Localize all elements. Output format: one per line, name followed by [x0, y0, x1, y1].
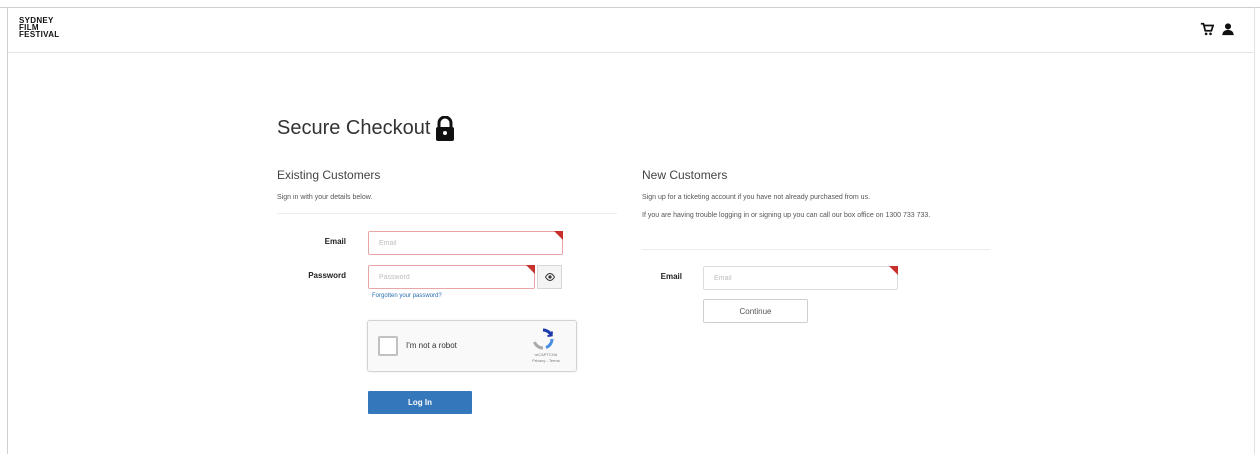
- new-customers-text-1: Sign up for a ticketing account if you h…: [642, 194, 871, 201]
- existing-customers-subtitle: Sign in with your details below.: [277, 194, 373, 201]
- new-email-input[interactable]: [703, 266, 898, 290]
- required-marker: [889, 266, 898, 275]
- existing-customers-title: Existing Customers: [277, 168, 381, 182]
- email-input[interactable]: [368, 231, 563, 255]
- lock-icon: [436, 116, 455, 141]
- header-icons: [1200, 22, 1235, 36]
- required-marker: [526, 265, 535, 274]
- required-marker: [554, 231, 563, 240]
- window-frame-left: [7, 7, 8, 454]
- user-icon[interactable]: [1221, 22, 1235, 36]
- recaptcha-widget: I'm not a robot reCAPTCHA Privacy - Term…: [367, 320, 577, 372]
- log-in-button[interactable]: Log In: [368, 391, 472, 414]
- new-customers-text-2: If you are having trouble logging in or …: [642, 212, 931, 219]
- email-label: Email: [324, 237, 346, 246]
- forgot-password-link[interactable]: Forgotten your password?: [372, 293, 442, 299]
- show-password-button[interactable]: [537, 265, 562, 289]
- page-title: Secure Checkout: [277, 116, 431, 139]
- existing-divider: [277, 213, 617, 214]
- recaptcha-label: I'm not a robot: [406, 341, 457, 350]
- eye-icon: [544, 273, 555, 281]
- recaptcha-brand-text: reCAPTCHA: [534, 352, 558, 357]
- cart-icon[interactable]: [1200, 22, 1214, 36]
- logo-line: FESTIVAL: [19, 30, 60, 39]
- site-header: SYDNEY FILM FESTIVAL: [8, 8, 1254, 53]
- page-title-row: Secure Checkout: [277, 114, 456, 142]
- recaptcha-brand: reCAPTCHA Privacy - Terms: [524, 352, 568, 364]
- recaptcha-icon: [533, 328, 554, 350]
- recaptcha-checkbox[interactable]: [378, 336, 398, 356]
- new-divider: [642, 249, 990, 250]
- continue-button[interactable]: Continue: [703, 299, 808, 323]
- recaptcha-privacy-terms[interactable]: Privacy - Terms: [532, 358, 559, 363]
- new-customers-title: New Customers: [642, 168, 728, 182]
- window-frame-right: [1254, 7, 1255, 454]
- sydney-film-festival-logo[interactable]: SYDNEY FILM FESTIVAL: [19, 17, 60, 39]
- password-input[interactable]: [368, 265, 535, 289]
- password-label: Password: [308, 271, 346, 280]
- new-email-label: Email: [660, 272, 682, 281]
